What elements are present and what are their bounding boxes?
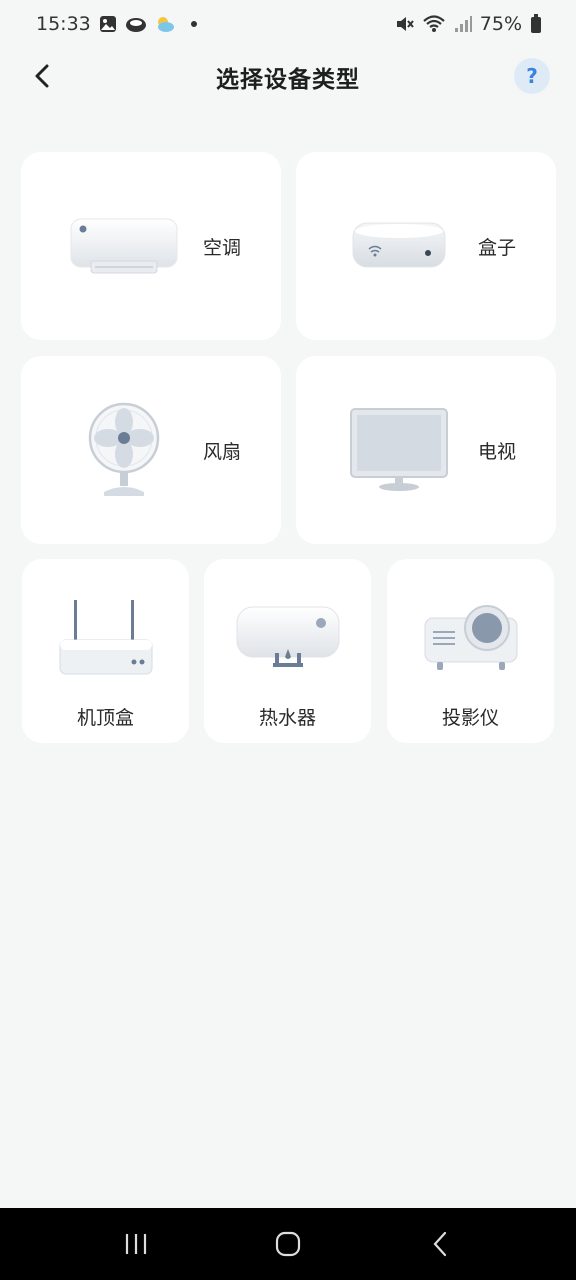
help-button[interactable]: ? xyxy=(514,58,550,94)
projector-icon xyxy=(423,593,519,683)
help-icon: ? xyxy=(526,64,538,88)
mute-icon xyxy=(394,14,414,34)
signal-icon xyxy=(454,15,472,33)
device-label: 热水器 xyxy=(258,707,316,729)
page-title: 选择设备类型 xyxy=(216,67,360,93)
status-right: 75% xyxy=(394,13,542,35)
television-icon xyxy=(324,407,474,493)
chevron-left-icon xyxy=(35,64,49,88)
fan-icon xyxy=(49,402,199,498)
device-card-water-heater[interactable]: 热水器 xyxy=(204,559,371,743)
system-nav-bar xyxy=(0,1208,576,1280)
home-icon xyxy=(275,1231,301,1257)
device-label: 风扇 xyxy=(203,440,242,463)
home-button[interactable] xyxy=(258,1219,318,1269)
tv-box-icon xyxy=(324,219,474,273)
device-card-set-top-box[interactable]: 机顶盒 xyxy=(22,559,189,743)
weather-icon xyxy=(155,15,175,33)
air-conditioner-icon xyxy=(49,215,199,277)
status-time: 15:33 xyxy=(36,13,91,35)
device-card-air-conditioner[interactable]: 空调 xyxy=(21,152,281,340)
device-label: 空调 xyxy=(203,236,242,259)
water-heater-icon xyxy=(235,593,341,683)
gallery-icon xyxy=(99,15,117,33)
router-set-top-box-icon xyxy=(58,593,154,683)
recent-apps-button[interactable] xyxy=(106,1219,166,1269)
cloud-icon xyxy=(125,15,147,33)
notification-dot xyxy=(190,21,197,27)
nav-back-button[interactable] xyxy=(410,1219,470,1269)
device-label: 盒子 xyxy=(478,236,517,259)
status-bar: 15:33 75% xyxy=(0,0,576,48)
wifi-icon xyxy=(422,14,446,34)
back-icon xyxy=(433,1231,447,1257)
battery-percent: 75% xyxy=(479,13,522,35)
device-label: 电视 xyxy=(478,440,517,463)
back-button[interactable] xyxy=(24,58,60,94)
device-card-tv[interactable]: 电视 xyxy=(296,356,556,544)
device-label: 投影仪 xyxy=(441,707,499,729)
battery-icon xyxy=(530,14,542,34)
device-label: 机顶盒 xyxy=(76,707,134,729)
device-card-fan[interactable]: 风扇 xyxy=(21,356,281,544)
header: 选择设备类型 ? xyxy=(0,48,576,106)
recent-apps-icon xyxy=(125,1234,147,1254)
device-card-box[interactable]: 盒子 xyxy=(296,152,556,340)
status-left: 15:33 xyxy=(36,13,197,35)
device-card-projector[interactable]: 投影仪 xyxy=(387,559,554,743)
